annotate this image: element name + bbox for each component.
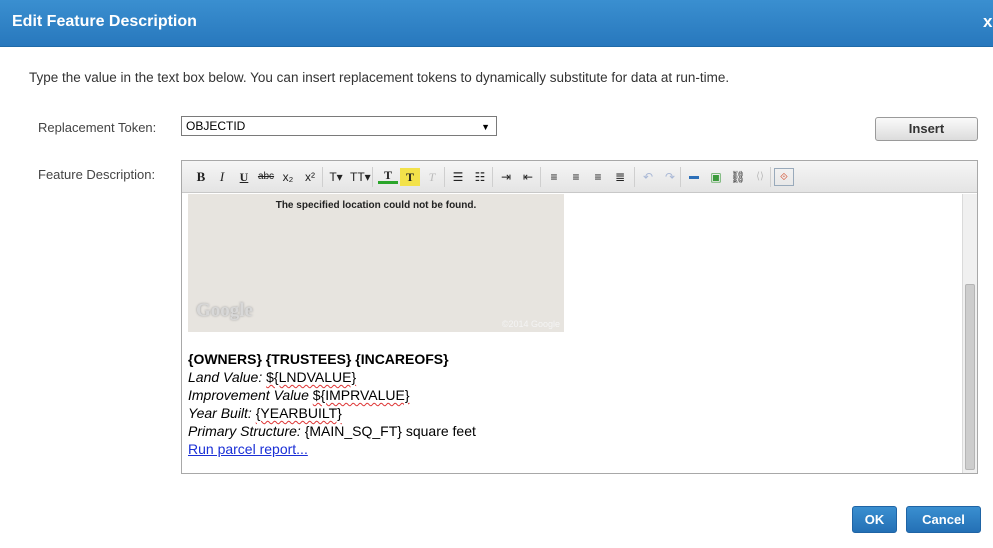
dialog-title: Edit Feature Description xyxy=(12,13,197,30)
instructions-text: Type the value in the text box below. Yo… xyxy=(29,70,730,85)
font-family-icon[interactable]: TT▾ xyxy=(350,168,371,186)
numbered-list-icon[interactable]: ☷ xyxy=(470,168,490,186)
toolbar-separator xyxy=(492,167,493,187)
toolbar-separator xyxy=(444,167,445,187)
replacement-token-label: Replacement Token: xyxy=(38,120,157,135)
align-left-icon[interactable]: ≡ xyxy=(544,168,564,186)
text-color-icon[interactable]: T xyxy=(378,168,398,184)
unlink-icon[interactable]: ⟨⟩ xyxy=(750,168,770,186)
replacement-token-select[interactable]: OBJECTID ▼ xyxy=(181,116,497,136)
land-value-label: Land Value: xyxy=(188,369,263,385)
land-value-token: ${LNDVALUE} xyxy=(266,369,357,385)
description-text: {OWNERS} {TRUSTEES} {INCAREOFS} Land Val… xyxy=(188,350,476,458)
editor-scrollbar[interactable] xyxy=(962,194,977,473)
editor-content[interactable]: The specified location could not be foun… xyxy=(182,194,962,473)
primary-structure-token: {MAIN_SQ_FT} square feet xyxy=(304,423,476,439)
toolbar-separator xyxy=(540,167,541,187)
undo-icon[interactable]: ↶ xyxy=(638,168,658,186)
toolbar-separator xyxy=(322,167,323,187)
improvement-value-token: ${IMPRVALUE} xyxy=(312,387,410,403)
year-built-label: Year Built: xyxy=(188,405,252,421)
improvement-value-label: Improvement Value xyxy=(188,387,309,403)
toolbar-separator xyxy=(770,167,771,187)
outdent-icon[interactable]: ⇤ xyxy=(518,168,538,186)
toolbar-separator xyxy=(634,167,635,187)
bullet-list-icon[interactable]: ☰ xyxy=(448,168,468,186)
ok-button[interactable]: OK xyxy=(852,506,897,533)
clear-format-icon[interactable]: T xyxy=(422,168,442,186)
map-image: The specified location could not be foun… xyxy=(188,194,564,332)
google-logo: Google xyxy=(196,300,253,321)
cancel-button[interactable]: Cancel xyxy=(906,506,981,533)
toolbar-separator xyxy=(680,167,681,187)
feature-description-label: Feature Description: xyxy=(38,167,156,182)
strikethrough-icon[interactable]: abc xyxy=(256,168,276,186)
align-center-icon[interactable]: ≡ xyxy=(566,168,586,186)
run-parcel-report-link[interactable]: Run parcel report... xyxy=(188,441,308,457)
rich-text-editor[interactable]: B I Uabc x₂ x² T▾ TT▾ T T T ☰ ☷ ⇥ ⇤ ≡ ≡ ≡ ≣ ↶ ↷ ▬ ▣ ⛓ ⟨⟩ ⟐ The s… xyxy=(181,160,978,474)
indent-icon[interactable]: ⇥ xyxy=(496,168,516,186)
justify-icon[interactable]: ≣ xyxy=(610,168,630,186)
map-error-message: The specified location could not be foun… xyxy=(275,200,477,211)
redo-icon[interactable]: ↷ xyxy=(660,168,680,186)
map-copyright: ©2014 Google xyxy=(501,319,560,329)
insert-link-icon[interactable]: ⛓ xyxy=(728,168,748,186)
insert-button[interactable]: Insert xyxy=(875,117,978,141)
horizontal-rule-icon[interactable]: ▬ xyxy=(684,168,704,186)
align-right-icon[interactable]: ≡ xyxy=(588,168,608,186)
insert-image-icon[interactable]: ▣ xyxy=(706,168,726,186)
primary-structure-label: Primary Structure: xyxy=(188,423,301,439)
subscript-icon[interactable]: x₂ xyxy=(278,168,298,186)
editor-toolbar: B I Uabc x₂ x² T▾ TT▾ T T T ☰ ☷ ⇥ ⇤ ≡ ≡ ≡ ≣ ↶ ↷ ▬ ▣ ⛓ ⟨⟩ ⟐ xyxy=(182,161,977,193)
toolbar-separator xyxy=(372,167,373,187)
dialog-title-bar: Edit Feature Description x xyxy=(0,0,993,47)
italic-icon[interactable]: I xyxy=(212,168,232,186)
font-size-icon[interactable]: T▾ xyxy=(326,168,346,186)
bold-icon[interactable]: B xyxy=(191,168,211,186)
replacement-token-value: OBJECTID xyxy=(186,119,246,133)
scrollbar-thumb[interactable] xyxy=(965,284,975,470)
underline-icon[interactable]: U xyxy=(234,168,254,186)
close-icon[interactable]: x xyxy=(983,12,993,32)
html-source-icon[interactable]: ⟐ xyxy=(774,168,794,186)
owners-heading: {OWNERS} {TRUSTEES} {INCAREOFS} xyxy=(188,351,449,367)
year-built-token: {YEARBUILT} xyxy=(255,405,342,421)
chevron-down-icon: ▼ xyxy=(481,122,490,132)
highlight-icon[interactable]: T xyxy=(400,168,420,186)
superscript-icon[interactable]: x² xyxy=(300,168,320,186)
